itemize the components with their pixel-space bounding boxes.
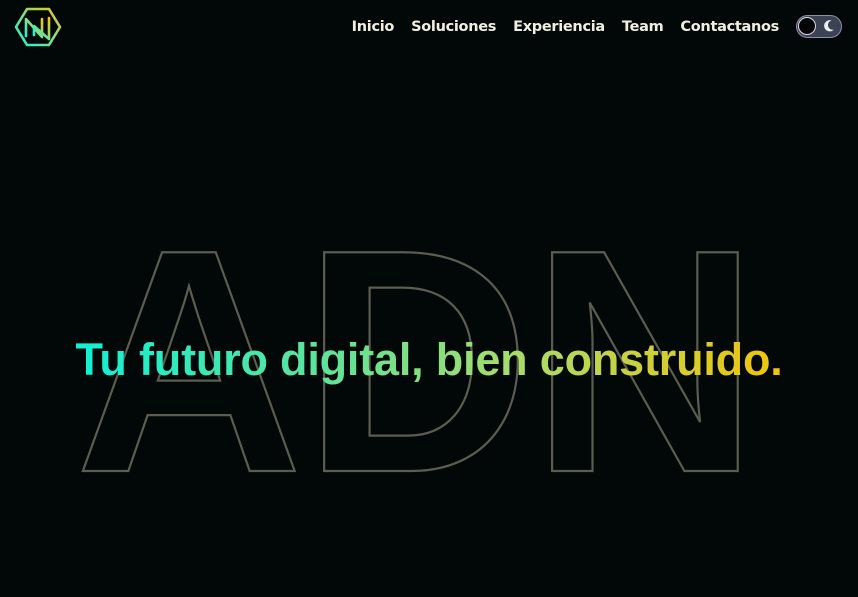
- nav-link-inicio[interactable]: Inicio: [352, 17, 395, 37]
- nav-link-contactanos[interactable]: Contactanos: [680, 17, 779, 37]
- hero-title-text: Tu futuro digital, bien construido.: [75, 334, 783, 385]
- hexagon-n-logo-icon[interactable]: [14, 5, 62, 49]
- landing-page: ADN Inicio Soluciones Experiencia Team C…: [0, 0, 858, 597]
- nav-link-soluciones[interactable]: Soluciones: [411, 17, 496, 37]
- hero-background-outline: ADN: [74, 183, 760, 540]
- toggle-knob: [798, 17, 816, 35]
- main-navigation: Inicio Soluciones Experiencia Team Conta…: [352, 17, 780, 37]
- hero-title: Tu futuro digital, bien construido.: [0, 330, 858, 390]
- nav-link-experiencia[interactable]: Experiencia: [513, 17, 605, 37]
- theme-toggle-switch[interactable]: [796, 15, 842, 38]
- nav-link-team[interactable]: Team: [622, 17, 664, 37]
- moon-icon: [824, 20, 834, 32]
